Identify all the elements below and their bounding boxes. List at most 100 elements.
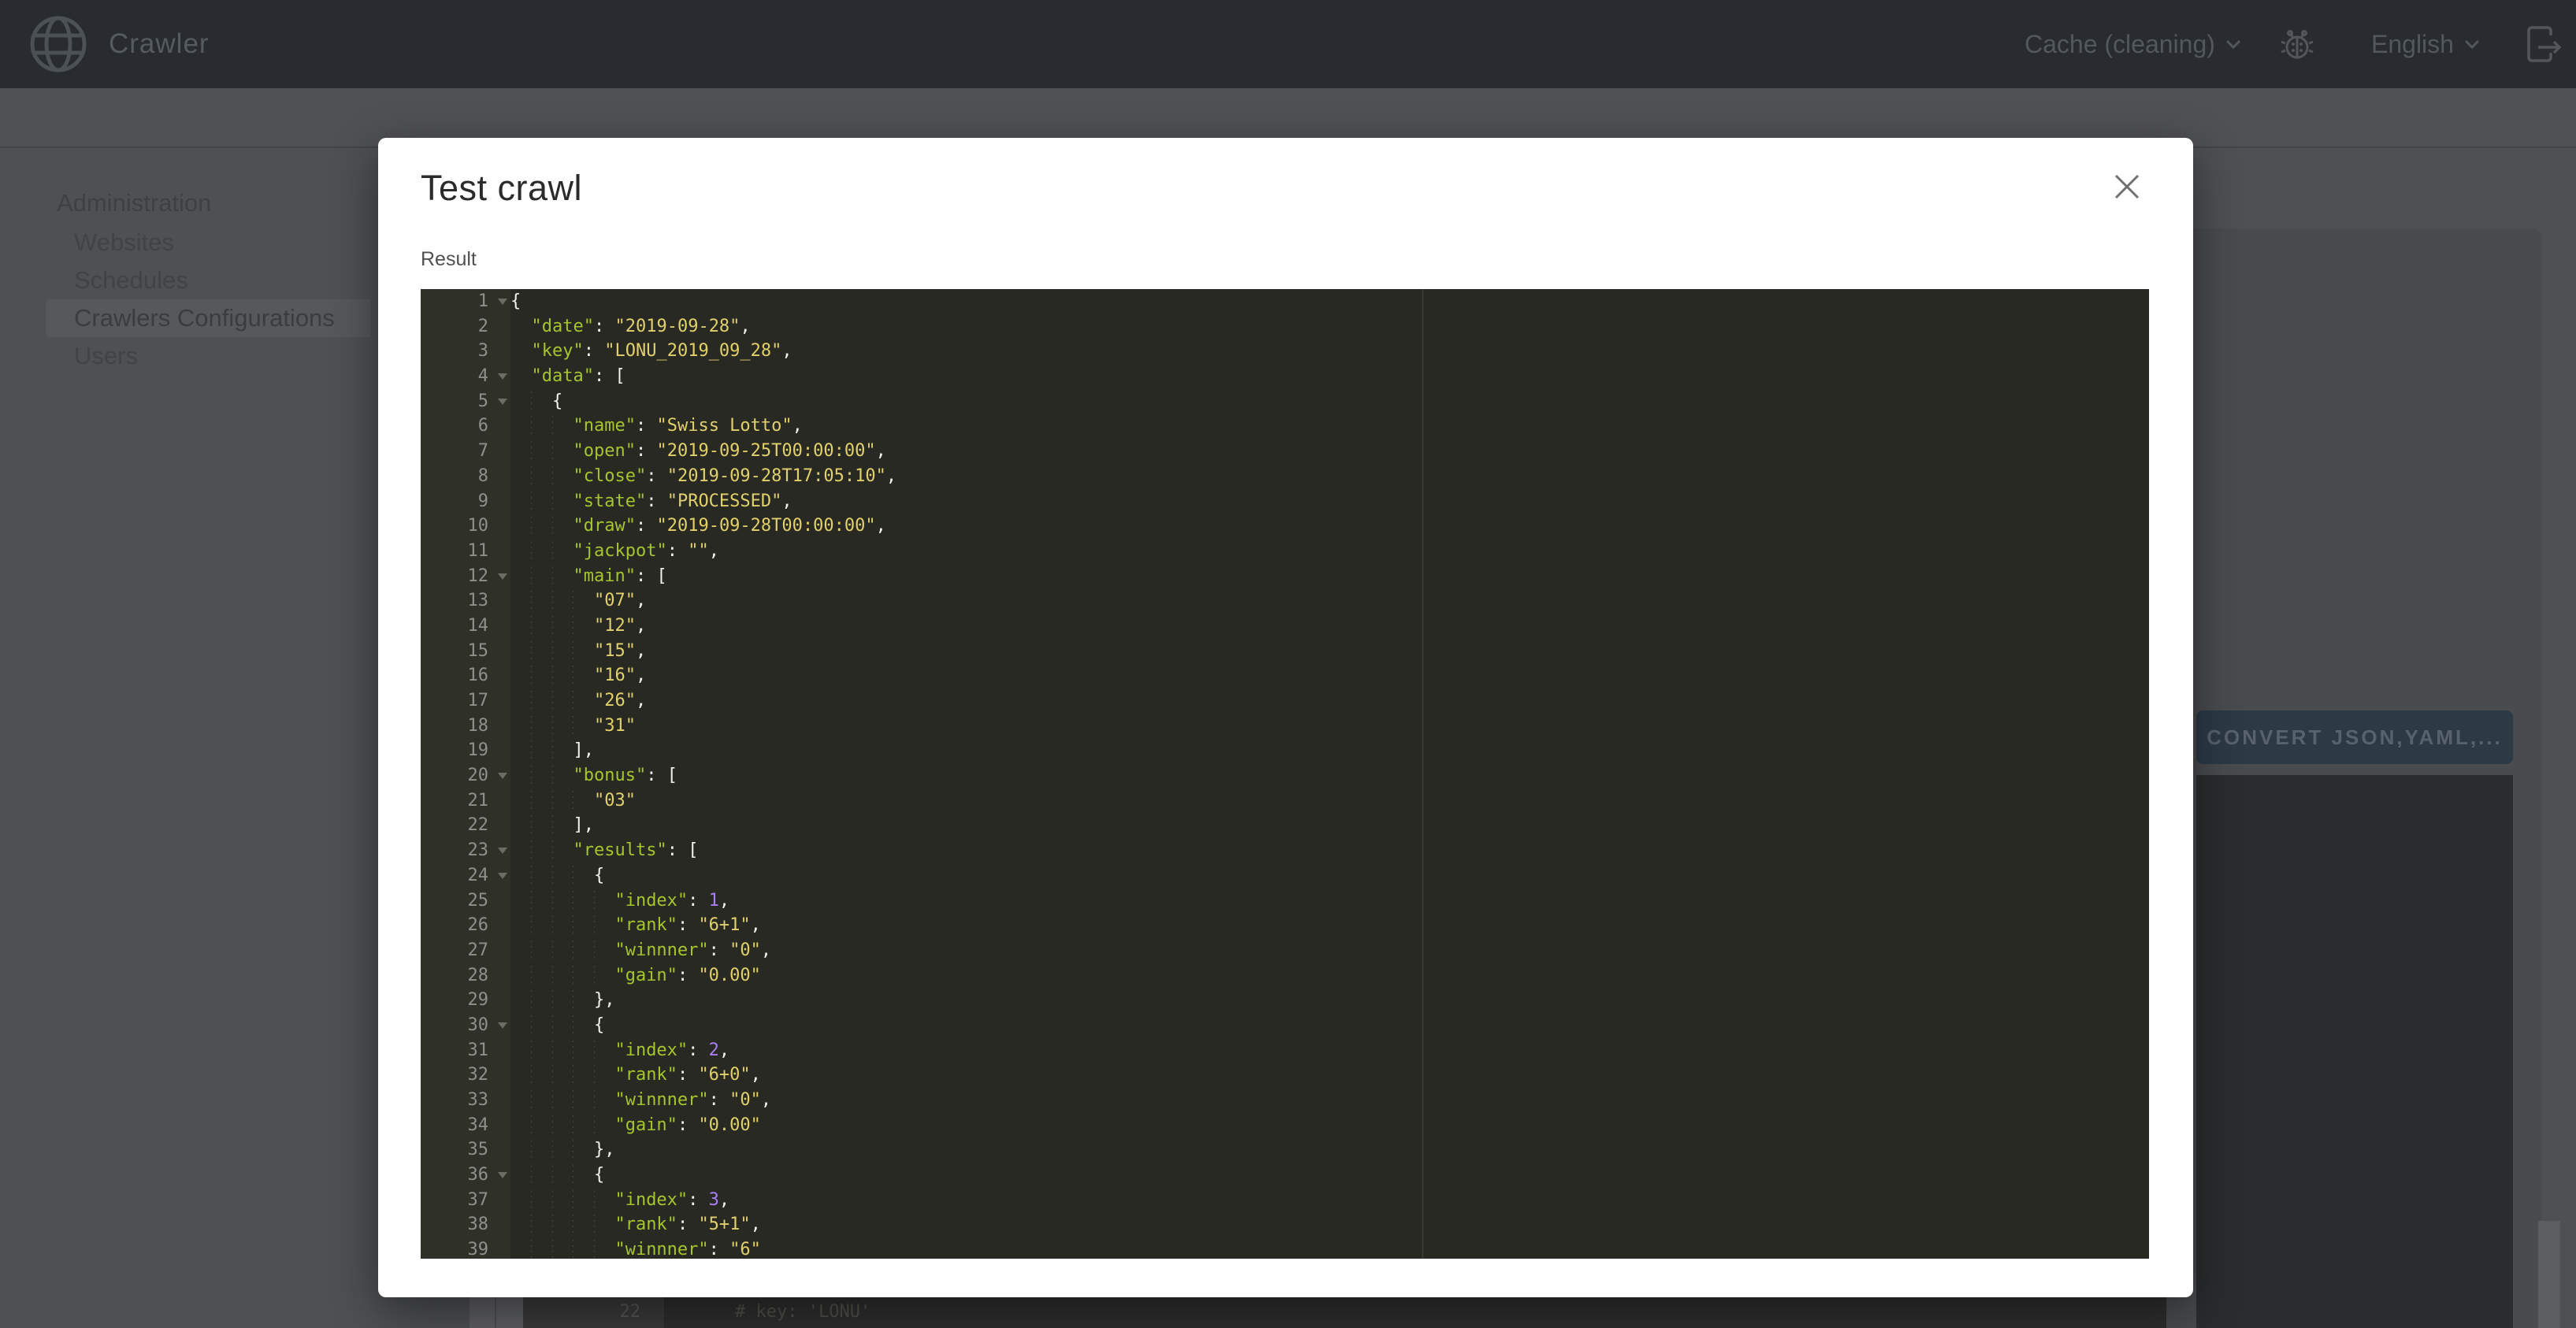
brand-title: Crawler [109,28,210,60]
indent-guide [552,1090,553,1111]
sidebar-item-websites[interactable]: Websites [0,224,370,262]
sidebar-item-schedules[interactable]: Schedules [0,262,370,299]
indent-guide [531,966,532,986]
indent-guide [594,1215,595,1235]
code-text: "rank": "6+1", [510,913,2149,938]
indent-guide [531,492,532,512]
code-text: }, [510,1137,2149,1163]
line-number: 18 [421,714,510,739]
sidebar-item-crawlers-configurations[interactable]: Crawlers Configurations [46,299,370,337]
code-text: { [510,1163,2149,1188]
convert-button[interactable]: CONVERT JSON,YAML,... [2196,710,2513,764]
code-text: "winnner": "0", [510,938,2149,963]
indent-guide [552,1165,553,1185]
background-scrollbar[interactable] [2538,1221,2560,1328]
close-icon[interactable] [2110,169,2144,204]
code-text: { [510,1013,2149,1038]
background-result-panel [2196,775,2513,1328]
line-number: 25 [421,888,510,914]
indent-guide [552,940,553,961]
background-code-line: 22 # key: 'LONU' [523,1296,2166,1328]
code-text: "26", [510,688,2149,714]
line-number: 21 [421,788,510,814]
fold-arrow-icon[interactable] [498,873,507,879]
indent-guide [531,616,532,636]
indent-guide [552,1041,553,1061]
fold-arrow-icon[interactable] [498,773,507,779]
indent-guide [594,1090,595,1111]
code-line: 31 "index": 2, [421,1038,2149,1063]
cache-dropdown[interactable]: Cache (cleaning) [2025,30,2242,59]
code-text: "rank": "6+0", [510,1063,2149,1088]
line-number: 24 [421,863,510,888]
line-number: 5 [421,389,510,414]
code-text: "close": "2019-09-28T17:05:10", [510,464,2149,489]
line-number: 4 [421,364,510,389]
code-text: "15", [510,639,2149,664]
fold-arrow-icon[interactable] [498,299,507,305]
code-line: 39 "winnner": "6" [421,1237,2149,1259]
indent-guide [552,566,553,587]
logout-icon[interactable] [2521,23,2563,65]
indent-guide [552,541,553,562]
indent-guide [594,1240,595,1259]
indent-guide [594,915,595,936]
language-dropdown[interactable]: English [2371,30,2481,59]
line-number: 20 [421,763,510,788]
code-line: 4 "data": [ [421,364,2149,389]
indent-guide [552,666,553,686]
indent-guide [531,641,532,662]
app-root: Crawler Cache (cleaning) [0,0,2576,1328]
code-text: }, [510,988,2149,1013]
editor-lines: 1{2 "date": "2019-09-28",3 "key": "LONU_… [421,289,2149,1259]
indent-guide [531,791,532,811]
indent-guide [594,1065,595,1085]
fold-arrow-icon[interactable] [498,373,507,380]
line-number: 30 [421,1013,510,1038]
code-line: 10 "draw": "2019-09-28T00:00:00", [421,514,2149,539]
line-number: 32 [421,1063,510,1088]
code-line: 12 "main": [ [421,564,2149,589]
indent-guide [552,1240,553,1259]
fold-arrow-icon[interactable] [498,573,507,580]
code-text: "results": [ [510,838,2149,863]
indent-guide [594,1115,595,1136]
code-line: 5 { [421,389,2149,414]
fold-arrow-icon[interactable] [498,848,507,854]
fold-arrow-icon[interactable] [498,399,507,405]
indent-guide [531,1015,532,1036]
fold-arrow-icon[interactable] [498,1022,507,1029]
chevron-down-icon [2225,39,2242,50]
result-code-editor[interactable]: 1{2 "date": "2019-09-28",3 "key": "LONU_… [421,289,2149,1259]
brand[interactable]: Crawler [28,0,210,88]
code-line: 8 "close": "2019-09-28T17:05:10", [421,464,2149,489]
indent-guide [552,492,553,512]
line-number: 2 [421,314,510,339]
indent-guide [552,1215,553,1235]
indent-guide [531,840,532,861]
bug-icon[interactable] [2279,26,2315,62]
code-line: 33 "winnner": "0", [421,1088,2149,1113]
language-dropdown-label: English [2371,30,2454,59]
code-line: 26 "rank": "6+1", [421,913,2149,938]
line-number: 38 [421,1212,510,1237]
indent-guide [594,940,595,961]
indent-guide [552,416,553,436]
sidebar-item-users[interactable]: Users [0,337,370,375]
code-line: 2 "date": "2019-09-28", [421,314,2149,339]
indent-guide [552,1140,553,1160]
line-number: 19 [421,738,510,763]
line-number: 36 [421,1163,510,1188]
indent-guide [594,1041,595,1061]
indent-guide [531,441,532,462]
line-number: 33 [421,1088,510,1113]
indent-guide [552,891,553,911]
indent-guide [531,1041,532,1061]
code-text: "index": 1, [510,888,2149,914]
indent-guide [552,840,553,861]
indent-guide [531,1140,532,1160]
fold-arrow-icon[interactable] [498,1172,507,1178]
code-line: 14 "12", [421,614,2149,639]
indent-guide [552,591,553,611]
indent-guide [531,666,532,686]
